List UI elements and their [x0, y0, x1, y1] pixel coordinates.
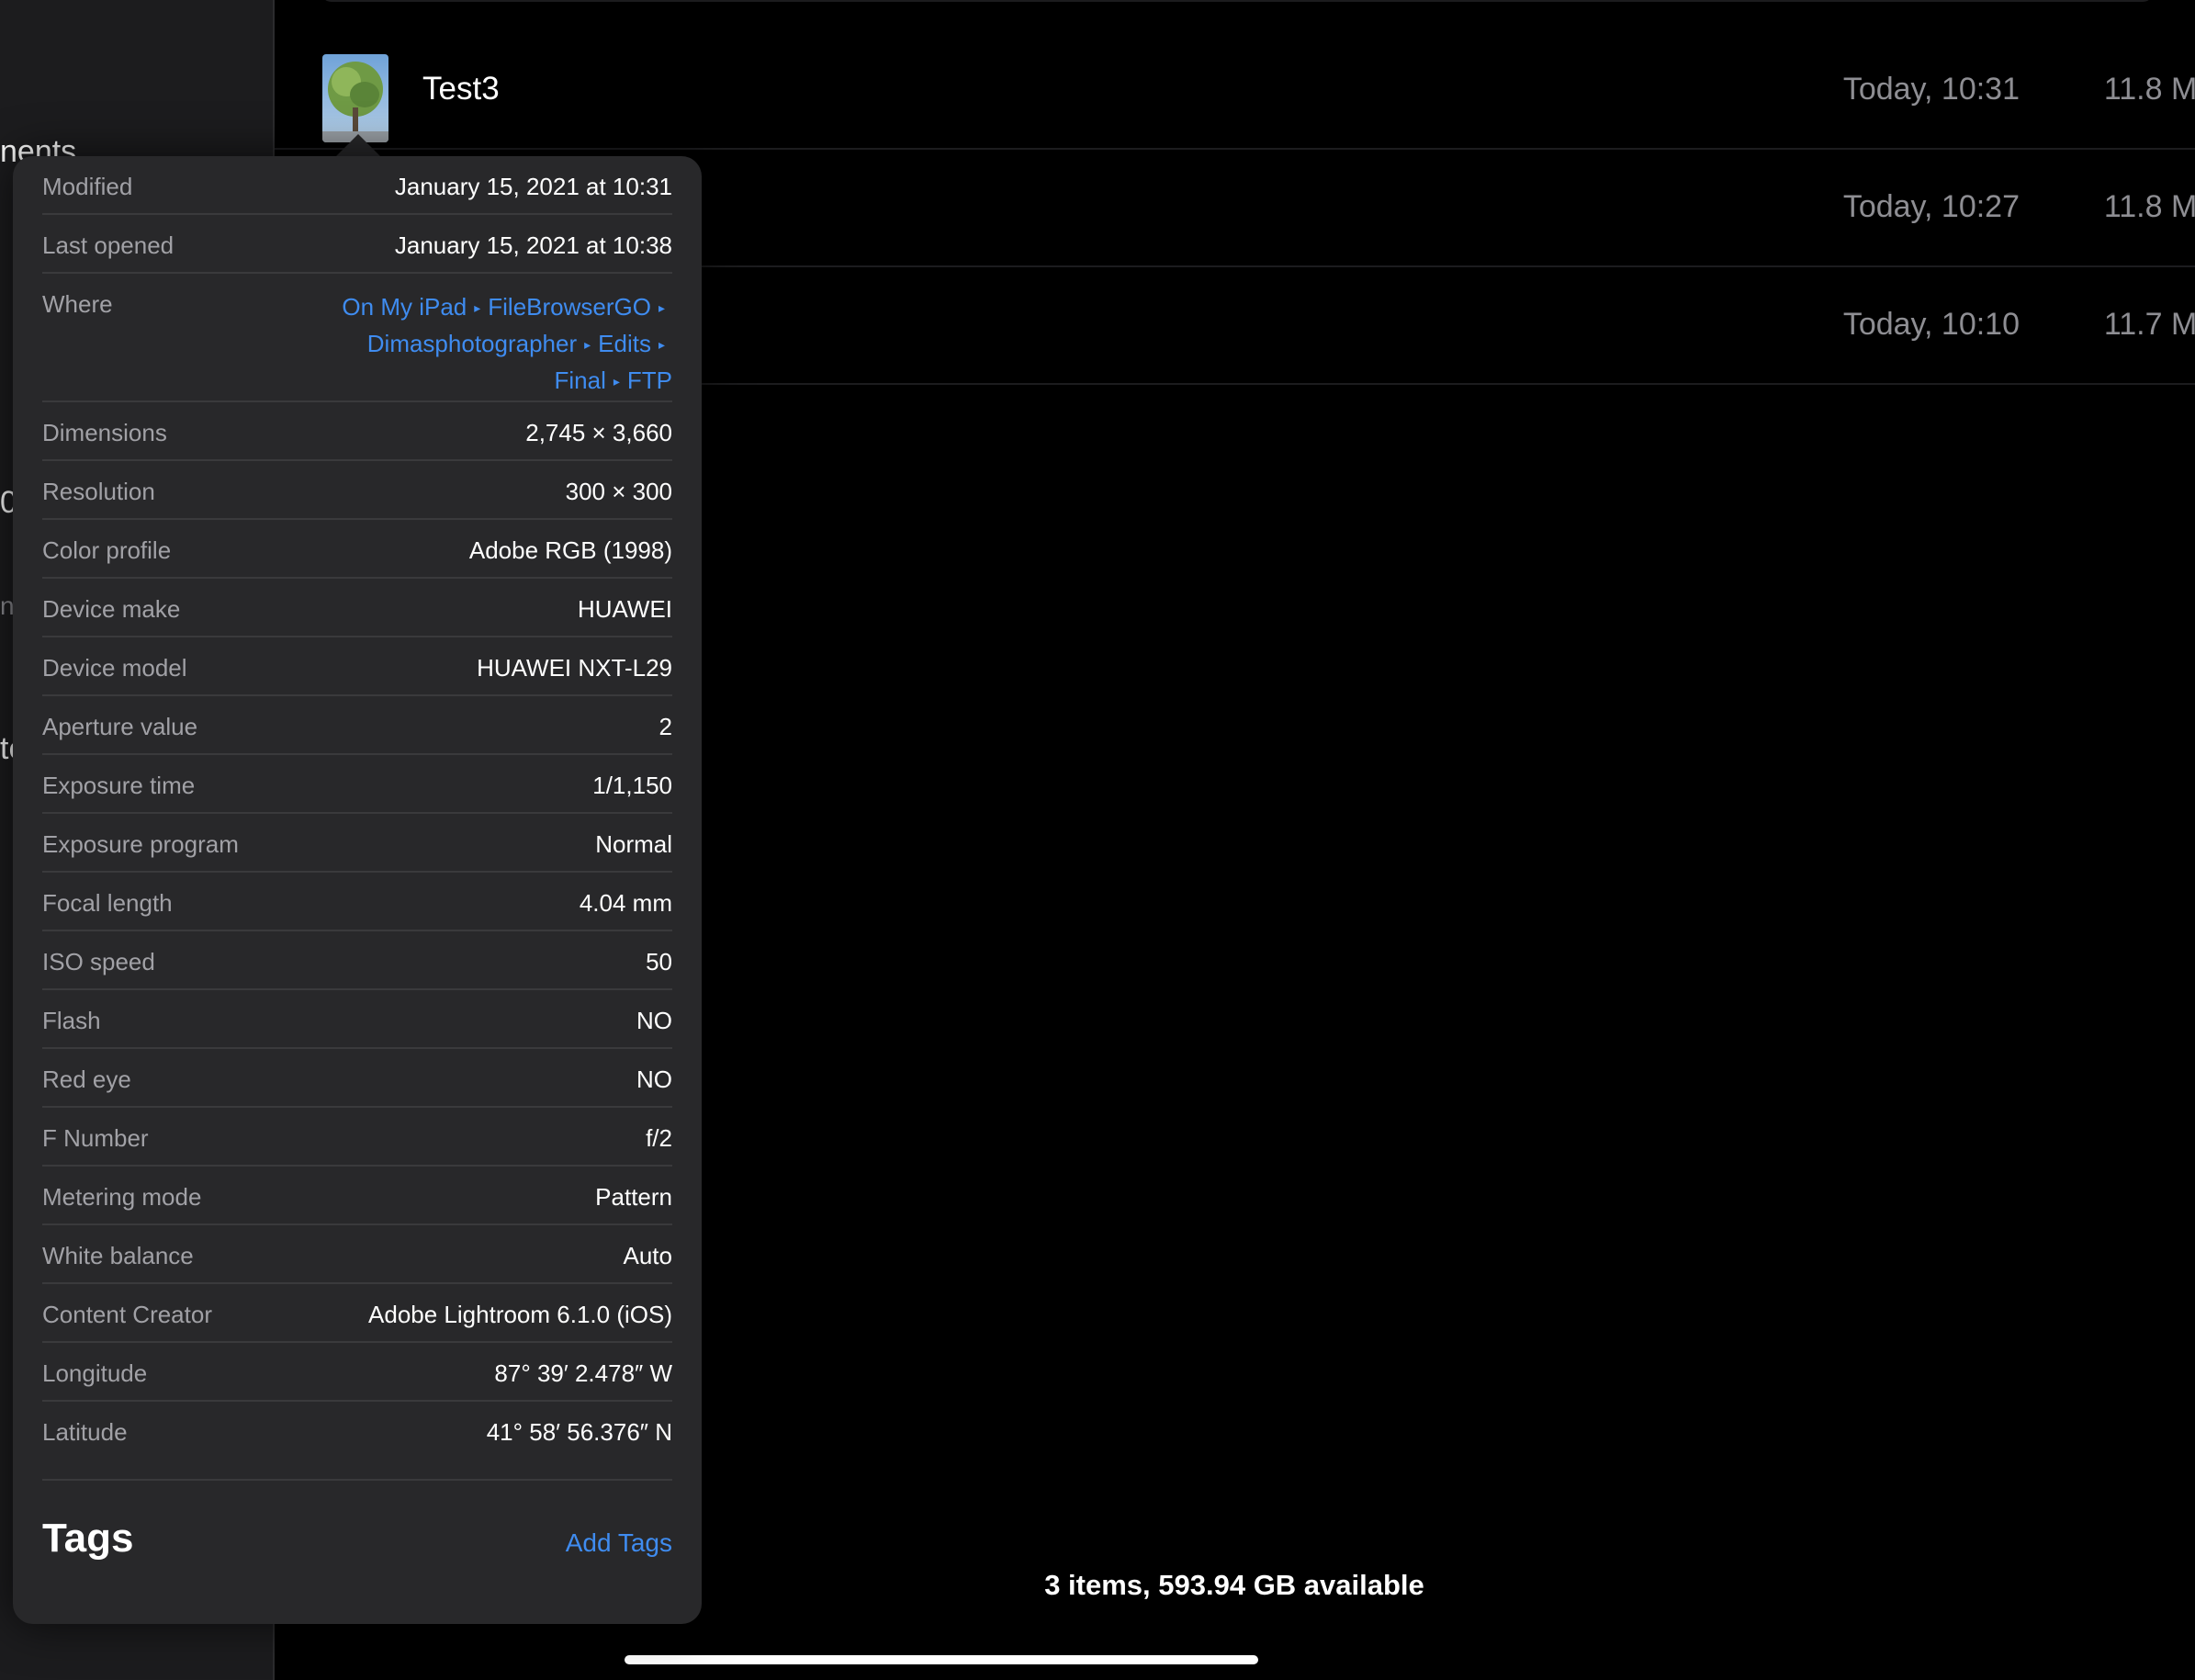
info-value: HUAWEI NXT-L29 — [477, 654, 672, 682]
info-row: Metering mode Pattern — [42, 1167, 672, 1225]
info-label: Color profile — [42, 536, 172, 564]
info-row: Exposure program Normal — [42, 814, 672, 873]
info-label: Device make — [42, 595, 181, 623]
info-label: Exposure time — [42, 772, 196, 799]
info-row: Longitude 87° 39′ 2.478″ W — [42, 1343, 672, 1402]
file-name: Test3 — [422, 71, 500, 107]
info-value: HUAWEI — [577, 595, 672, 623]
info-row-modified: Modified January 15, 2021 at 10:31 — [42, 156, 672, 215]
info-value: f/2 — [646, 1124, 672, 1152]
info-value: 1/1,150 — [592, 772, 672, 799]
popover-arrow — [334, 134, 382, 158]
path-segment-link[interactable]: Edits — [598, 330, 651, 357]
info-row: Flash NO — [42, 990, 672, 1049]
path-segment-link[interactable]: Final — [555, 366, 606, 394]
info-value: Pattern — [595, 1183, 672, 1211]
info-row-last-opened: Last opened January 15, 2021 at 10:38 — [42, 215, 672, 274]
info-row: White balance Auto — [42, 1225, 672, 1284]
file-date: Today, 10:27 — [1842, 189, 2020, 224]
divider — [42, 1479, 672, 1481]
info-label: Red eye — [42, 1066, 131, 1093]
path-separator-icon: ▸ — [658, 300, 665, 315]
info-row: Content Creator Adobe Lightroom 6.1.0 (iO… — [42, 1284, 672, 1343]
info-row: ISO speed 50 — [42, 931, 672, 990]
info-label: Exposure program — [42, 830, 239, 858]
info-value: 41° 58′ 56.376″ N — [486, 1418, 672, 1446]
path-separator-icon: ▸ — [613, 374, 620, 389]
info-label: White balance — [42, 1242, 194, 1269]
info-value: 87° 39′ 2.478″ W — [494, 1359, 672, 1387]
info-label: Focal length — [42, 889, 173, 917]
add-tags-button[interactable]: Add Tags — [566, 1528, 672, 1558]
info-label: Device model — [42, 654, 187, 682]
info-row: Exposure time 1/1,150 — [42, 755, 672, 814]
info-row: Dimensions 2,745 × 3,660 — [42, 402, 672, 461]
info-value: 2 — [658, 713, 672, 740]
info-row: Focal length 4.04 mm — [42, 873, 672, 931]
info-row: Resolution 300 × 300 — [42, 461, 672, 520]
info-value: Auto — [623, 1242, 673, 1269]
info-row: Device model HUAWEI NXT-L29 — [42, 637, 672, 696]
info-label: Aperture value — [42, 713, 198, 740]
file-row-test3[interactable]: Test3 Today, 10:31 11.8 MB — [275, 30, 2195, 150]
info-row: Device make HUAWEI — [42, 579, 672, 637]
file-size: 11.8 MB — [2103, 72, 2195, 107]
info-value: 4.04 mm — [579, 889, 672, 917]
info-label: Dimensions — [42, 419, 167, 446]
info-label: Flash — [42, 1007, 101, 1034]
info-label: Metering mode — [42, 1183, 202, 1211]
location-path[interactable]: On My iPad ▸ FileBrowserGO ▸ Dimasphotograp… — [342, 274, 672, 400]
info-value: NO — [636, 1007, 672, 1034]
path-separator-icon: ▸ — [658, 337, 665, 352]
file-date: Today, 10:10 — [1842, 307, 2020, 342]
info-value: Adobe RGB (1998) — [468, 536, 672, 564]
info-value: 2,745 × 3,660 — [525, 419, 672, 446]
info-label: Modified — [42, 173, 133, 200]
info-value: 50 — [646, 948, 672, 975]
info-label: ISO speed — [42, 948, 155, 975]
file-info-popover: Modified January 15, 2021 at 10:31 Last … — [13, 156, 702, 1624]
storage-status: 3 items, 593.94 GB available — [1044, 1569, 1424, 1601]
path-separator-icon: ▸ — [474, 300, 481, 315]
info-row: F Number f/2 — [42, 1108, 672, 1167]
file-size: 11.8 MB — [2103, 189, 2195, 224]
path-segment-link[interactable]: FTP — [627, 366, 672, 394]
info-value: January 15, 2021 at 10:31 — [394, 173, 672, 200]
path-segment-link[interactable]: FileBrowserGO — [488, 293, 651, 321]
path-segment-link[interactable]: On My iPad — [342, 293, 467, 321]
info-label: Resolution — [42, 478, 155, 505]
info-row: Aperture value 2 — [42, 696, 672, 755]
path-separator-icon: ▸ — [584, 337, 591, 352]
info-label: Where — [42, 290, 113, 318]
info-label: Longitude — [42, 1359, 148, 1387]
search-bar[interactable] — [321, 0, 2154, 2]
tags-heading: Tags — [42, 1516, 134, 1561]
files-app-window: nents 0 ne te — [0, 0, 2195, 1680]
info-row: Latitude 41° 58′ 56.376″ N — [42, 1402, 672, 1460]
info-value: NO — [636, 1066, 672, 1093]
info-label: Latitude — [42, 1418, 128, 1446]
info-value: Normal — [595, 830, 672, 858]
info-value: January 15, 2021 at 10:38 — [394, 231, 672, 259]
info-label: F Number — [42, 1124, 149, 1152]
info-label: Last opened — [42, 231, 174, 259]
home-indicator[interactable] — [625, 1655, 1258, 1664]
image-thumbnail — [322, 54, 388, 142]
info-row-where: Where On My iPad ▸ FileBrowserGO ▸ Dimaspho… — [42, 274, 672, 402]
info-row: Red eye NO — [42, 1049, 672, 1108]
info-row: Color profile Adobe RGB (1998) — [42, 520, 672, 579]
info-value: Adobe Lightroom 6.1.0 (iOS) — [368, 1301, 672, 1328]
info-list: Modified January 15, 2021 at 10:31 Last … — [42, 156, 672, 1460]
info-label: Content Creator — [42, 1301, 212, 1328]
path-segment-link[interactable]: Dimasphotographer — [367, 330, 577, 357]
file-size: 11.7 MB — [2103, 307, 2195, 342]
file-date: Today, 10:31 — [1842, 72, 2020, 107]
metadata-rows: Dimensions 2,745 × 3,660 Resolution 300 × 3… — [42, 402, 672, 1460]
info-value: 300 × 300 — [565, 478, 672, 505]
